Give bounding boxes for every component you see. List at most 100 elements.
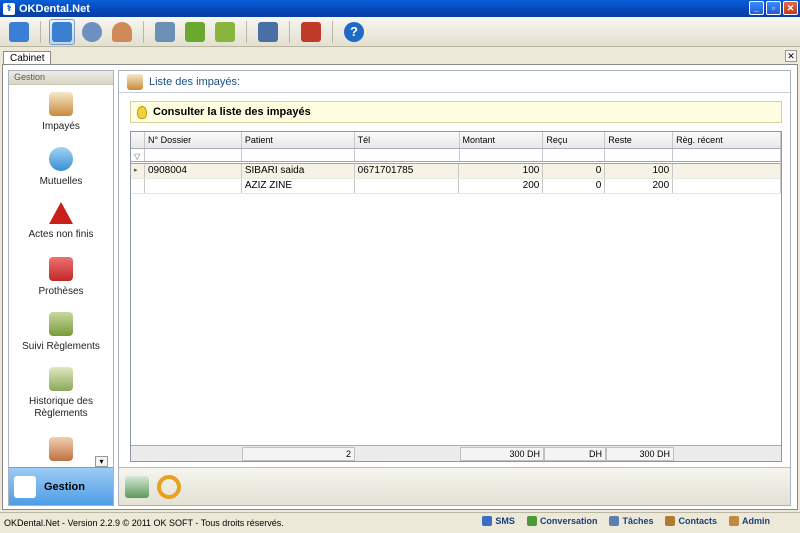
column-header[interactable]: Reste bbox=[605, 132, 674, 148]
app-icon: ⚕ bbox=[3, 2, 15, 15]
window-title: OKDental.Net bbox=[19, 2, 90, 15]
panel-header: Liste des impayés: bbox=[119, 71, 790, 93]
status-contacts[interactable]: Contacts bbox=[665, 516, 717, 526]
column-header[interactable]: Reçu bbox=[543, 132, 606, 148]
status-admin[interactable]: Admin bbox=[729, 516, 770, 526]
warning-icon bbox=[49, 202, 73, 224]
footer-recu: DH bbox=[544, 447, 606, 461]
calendar-clock-icon bbox=[82, 21, 102, 42]
column-header[interactable]: Tél bbox=[355, 132, 460, 148]
banner-text: Consulter la liste des impayés bbox=[153, 106, 311, 118]
column-header[interactable]: Montant bbox=[460, 132, 544, 148]
filter-cell[interactable] bbox=[460, 149, 544, 161]
help-icon: ? bbox=[344, 21, 364, 42]
status-text: OKDental.Net - Version 2.2.9 © 2011 OK S… bbox=[4, 518, 284, 528]
sidebar-item-actes-non-finis[interactable]: Actes non finis bbox=[9, 196, 113, 251]
table-row[interactable]: ▸ 0908004 SIBARI saida 0671701785 100 0 … bbox=[131, 164, 781, 179]
sidebar-item-protheses[interactable]: Prothèses bbox=[9, 251, 113, 306]
gestion-icon bbox=[14, 475, 36, 498]
tasks-icon bbox=[609, 516, 620, 526]
action-bar bbox=[119, 467, 790, 505]
content-area: Gestion Impayés Mutuelles Actes non fini… bbox=[2, 64, 798, 510]
tooth-button[interactable] bbox=[49, 18, 75, 45]
filter-cell[interactable] bbox=[242, 149, 355, 161]
payment-tracking-icon bbox=[49, 312, 73, 336]
column-header[interactable]: N° Dossier bbox=[145, 132, 242, 148]
tab-row: Cabinet ✕ bbox=[0, 47, 800, 66]
footer-reste: 300 DH bbox=[606, 447, 674, 461]
statistics-button[interactable] bbox=[298, 19, 324, 45]
filter-cell[interactable] bbox=[605, 149, 674, 161]
table-row[interactable]: AZIZ ZINE 200 0 200 bbox=[131, 179, 781, 194]
sms-icon bbox=[482, 516, 493, 526]
money-growth-button[interactable] bbox=[182, 19, 208, 45]
page-title: Liste des impayés: bbox=[149, 75, 241, 88]
calendar-button[interactable] bbox=[79, 19, 105, 45]
monitor-icon bbox=[258, 21, 278, 42]
status-conversation[interactable]: Conversation bbox=[526, 516, 597, 526]
contacts-icon bbox=[665, 516, 676, 526]
tab-close-icon[interactable]: ✕ bbox=[785, 50, 797, 62]
connect-button[interactable] bbox=[6, 19, 32, 45]
filter-icon: ▽ bbox=[131, 149, 145, 161]
sidebar-item-mutuelles[interactable]: Mutuelles bbox=[9, 141, 113, 196]
monitor-button[interactable] bbox=[255, 19, 281, 45]
sidebar-item-historique[interactable]: Historique des Règlements bbox=[9, 361, 113, 431]
table-footer: 2 300 DH DH 300 DH bbox=[131, 445, 781, 461]
column-header[interactable]: Règ. récent bbox=[673, 132, 781, 148]
minimize-button[interactable]: _ bbox=[749, 1, 764, 15]
cart-button[interactable] bbox=[152, 19, 178, 45]
money-growth-icon bbox=[185, 21, 205, 42]
doctor-icon bbox=[112, 21, 132, 42]
sidebar-item-impayes[interactable]: Impayés bbox=[9, 86, 113, 141]
admin-icon bbox=[729, 516, 739, 526]
filter-cell[interactable] bbox=[145, 149, 242, 161]
close-button[interactable]: ✕ bbox=[783, 1, 798, 15]
refresh-icon[interactable] bbox=[157, 474, 181, 499]
sidebar-item-label: Prothèses bbox=[38, 286, 84, 297]
unpaid-table: N° Dossier Patient Tél Montant Reçu Rest… bbox=[130, 131, 782, 462]
maximize-button[interactable]: ▫ bbox=[766, 1, 781, 15]
title-bar: ⚕ OKDental.Net _ ▫ ✕ bbox=[0, 0, 800, 17]
row-indicator-icon: ▸ bbox=[131, 164, 145, 178]
sidebar-item-label: Actes non finis bbox=[28, 229, 94, 240]
filter-cell[interactable] bbox=[355, 149, 460, 161]
status-taches[interactable]: Tâches bbox=[609, 516, 653, 526]
sidebar-section-gestion[interactable]: Gestion bbox=[9, 467, 113, 505]
unpaid-icon bbox=[127, 73, 143, 90]
table-header: N° Dossier Patient Tél Montant Reçu Rest… bbox=[131, 132, 781, 149]
sidebar-item-label: Suivi Règlements bbox=[22, 341, 100, 352]
cart-icon bbox=[155, 21, 175, 42]
unpaid-icon bbox=[49, 92, 73, 116]
info-banner: Consulter la liste des impayés bbox=[130, 101, 782, 123]
status-sms[interactable]: SMS bbox=[482, 516, 515, 526]
filter-cell[interactable] bbox=[543, 149, 606, 161]
tooth-icon bbox=[52, 21, 72, 42]
sidebar-list: Impayés Mutuelles Actes non finis Prothè… bbox=[9, 86, 113, 466]
main-panel: Liste des impayés: Consulter la liste de… bbox=[118, 70, 791, 506]
sidebar: Gestion Impayés Mutuelles Actes non fini… bbox=[8, 70, 114, 506]
printer-icon[interactable] bbox=[125, 475, 149, 498]
bar-chart-icon bbox=[301, 21, 321, 42]
payment-button[interactable] bbox=[212, 19, 238, 45]
sidebar-footer-label: Gestion bbox=[44, 480, 85, 493]
sidebar-item-label: Historique des Règlements bbox=[29, 396, 93, 419]
payment-icon bbox=[215, 21, 235, 42]
filter-cell[interactable] bbox=[673, 149, 781, 161]
footer-count: 2 bbox=[242, 447, 355, 461]
lightbulb-icon bbox=[137, 105, 147, 119]
sidebar-item-label: Impayés bbox=[42, 121, 80, 132]
main-toolbar: ? bbox=[0, 17, 800, 47]
sidebar-header: Gestion bbox=[9, 71, 113, 85]
column-header[interactable]: Patient bbox=[242, 132, 355, 148]
sidebar-scroll-down-icon[interactable]: ▾ bbox=[95, 456, 108, 467]
mutual-insurance-icon bbox=[49, 147, 73, 171]
doctor-button[interactable] bbox=[109, 19, 135, 45]
status-bar: OKDental.Net - Version 2.2.9 © 2011 OK S… bbox=[0, 512, 800, 533]
conversation-icon bbox=[526, 516, 537, 526]
help-button[interactable]: ? bbox=[341, 19, 367, 45]
footer-montant: 300 DH bbox=[460, 447, 544, 461]
box-icon bbox=[49, 437, 73, 461]
connect-icon bbox=[9, 21, 29, 42]
sidebar-item-suivi-reglements[interactable]: Suivi Règlements bbox=[9, 306, 113, 361]
